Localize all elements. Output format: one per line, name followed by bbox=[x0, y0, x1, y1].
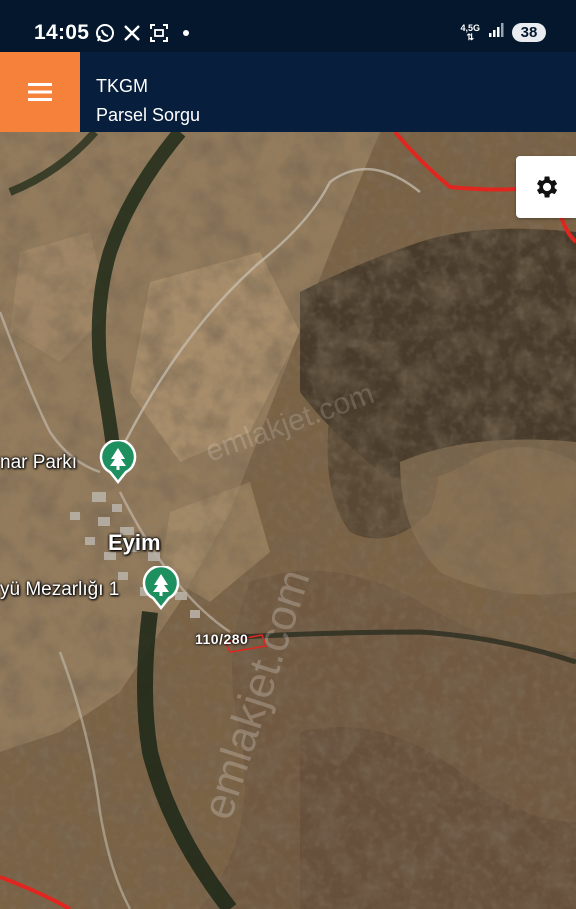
tree-icon bbox=[99, 438, 137, 485]
app-bar: TKGM Parsel Sorgu bbox=[0, 52, 576, 132]
x-icon bbox=[123, 24, 141, 42]
gear-icon bbox=[537, 176, 558, 198]
status-bar: 14:05 4,5G ⇅ 38 bbox=[0, 0, 576, 52]
notification-icons bbox=[95, 22, 189, 44]
hamburger-icon bbox=[28, 83, 52, 101]
satellite-map[interactable]: emlakjet.com emlakjet.com nar Parkı Eyim… bbox=[0, 132, 576, 909]
park-label: nar Parkı bbox=[0, 452, 78, 473]
screenshot-icon bbox=[149, 23, 169, 43]
park-poi-pin[interactable] bbox=[98, 438, 138, 485]
system-status: 4,5G ⇅ 38 bbox=[460, 22, 546, 43]
battery-indicator: 38 bbox=[512, 23, 546, 42]
tree-icon bbox=[142, 564, 180, 611]
network-type: 4,5G ⇅ bbox=[460, 22, 480, 42]
status-time: 14:05 bbox=[34, 21, 90, 44]
town-label: Eyim bbox=[108, 530, 161, 555]
more-notifications-dot bbox=[183, 30, 189, 36]
satellite-imagery bbox=[0, 132, 576, 909]
cemetery-poi-pin[interactable] bbox=[141, 564, 181, 611]
whatsapp-icon bbox=[95, 23, 115, 43]
app-subtitle: Parsel Sorgu bbox=[96, 105, 201, 125]
cemetery-label: yü Mezarlığı 1 bbox=[0, 579, 120, 600]
settings-button[interactable] bbox=[516, 156, 576, 218]
app-title: TKGM bbox=[96, 76, 148, 96]
menu-button[interactable] bbox=[0, 52, 80, 132]
signal-icon bbox=[488, 22, 504, 43]
parcel-number-label[interactable]: 110/280 bbox=[195, 631, 248, 647]
